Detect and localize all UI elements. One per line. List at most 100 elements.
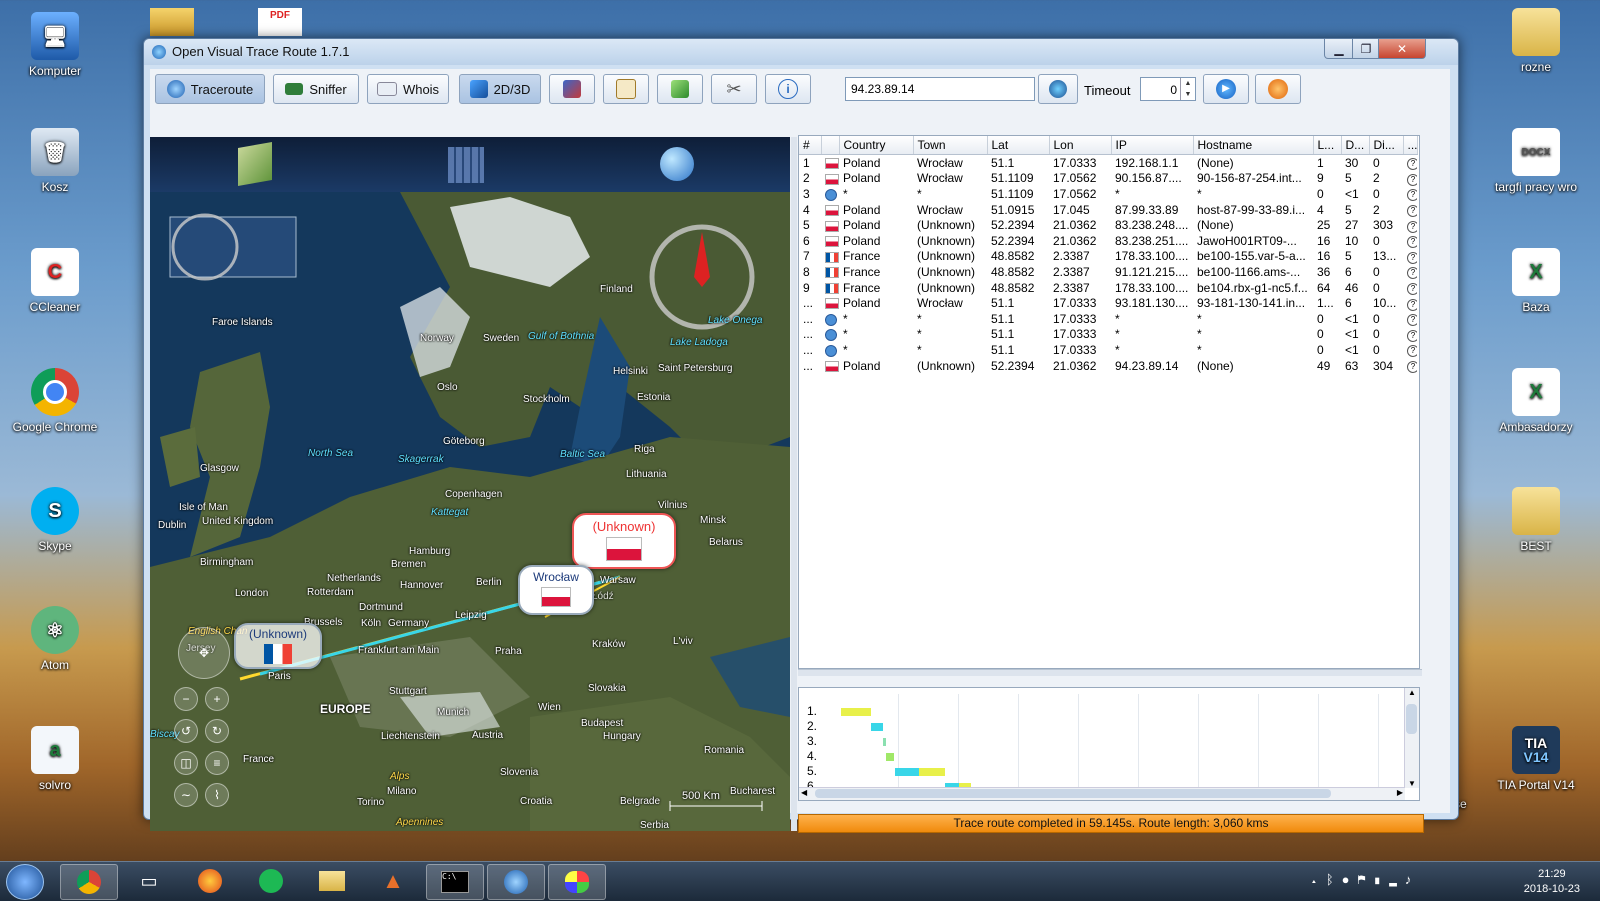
maximize-button[interactable]: ❐ xyxy=(1352,39,1380,59)
table-row[interactable]: 2 Poland Wrocław 51.1109 17.0562 90.156.87...… xyxy=(799,171,1417,187)
taskbar-spotify[interactable] xyxy=(243,864,299,898)
taskbar-paint[interactable] xyxy=(548,864,606,900)
network-icon[interactable]: ● xyxy=(1342,872,1358,887)
desktop-icon-atom[interactable]: ⚛ Atom xyxy=(10,606,100,672)
table-row[interactable]: 1 Poland Wrocław 51.1 17.0333 192.168.1.1 (Non… xyxy=(799,155,1417,171)
desktop-icon-targfi[interactable]: DOCX targfi pracy wro xyxy=(1491,128,1581,194)
help-icon[interactable]: ? xyxy=(1407,298,1417,311)
minimize-button[interactable]: ▁ xyxy=(1324,39,1354,59)
zoom-in-icon[interactable]: + xyxy=(205,687,229,711)
taskbar-firefox[interactable] xyxy=(182,864,238,898)
scroll-right-icon[interactable]: ▶ xyxy=(1397,788,1403,797)
desktop-icon-best[interactable]: BEST xyxy=(1491,487,1581,553)
desktop-icon-komputer[interactable]: 🖥 Komputer xyxy=(10,12,100,78)
ip-address-input[interactable]: 94.23.89.14 xyxy=(845,77,1035,101)
rotate-left-icon[interactable]: ↺ xyxy=(174,719,198,743)
map-export-button[interactable] xyxy=(549,74,595,104)
traceroute-button[interactable]: Traceroute xyxy=(155,74,265,104)
table-row[interactable]: 6 Poland (Unknown) 52.2394 21.0362 83.238.251… xyxy=(799,233,1417,249)
column-header[interactable]: Town xyxy=(913,136,988,155)
scroll-left-icon[interactable]: ◀ xyxy=(801,788,807,797)
stop-trace-button[interactable] xyxy=(1255,74,1301,104)
level-icon[interactable]: ≡ xyxy=(205,751,229,775)
column-header[interactable] xyxy=(821,136,840,155)
pdf-file-icon[interactable]: PDF xyxy=(258,8,302,36)
taskbar-chrome[interactable] xyxy=(60,864,118,900)
rotate-right-icon[interactable]: ↻ xyxy=(205,719,229,743)
taskbar-trace-route[interactable] xyxy=(487,864,545,900)
flag-icon[interactable]: ⚑ xyxy=(1357,872,1373,887)
scroll-thumb[interactable] xyxy=(815,789,1331,798)
vertical-splitter[interactable] xyxy=(791,137,797,831)
settings-button[interactable]: ✂ xyxy=(711,74,757,104)
battery-icon[interactable]: ▮ xyxy=(1373,872,1389,887)
desktop-icon-partial-1[interactable] xyxy=(150,8,194,36)
desktop-icon-solvro[interactable]: a solvro xyxy=(10,726,100,792)
horizontal-splitter[interactable] xyxy=(798,669,1422,676)
volume-icon[interactable]: ♪ xyxy=(1405,872,1420,887)
horizontal-scrollbar[interactable]: ◀ ▶ xyxy=(799,787,1405,800)
latency-timeline-chart[interactable]: 1. 2. 3. 4. 5. 6. ▲ ▼ ◀ ▶ xyxy=(798,687,1420,801)
table-row[interactable]: 3 * * 51.1109 17.0562 * * 0 <1 0? xyxy=(799,186,1417,202)
help-icon[interactable]: ? xyxy=(1407,314,1417,327)
help-icon[interactable]: ? xyxy=(1407,220,1417,233)
help-icon[interactable]: ? xyxy=(1407,189,1417,202)
2d-3d-toggle-button[interactable]: 2D/3D xyxy=(459,74,541,104)
terrain-relief-icon[interactable]: ⌇ xyxy=(205,783,229,807)
table-row[interactable]: ... * * 51.1 17.0333 * * 0 <1 0? xyxy=(799,342,1417,358)
map-marker-unknown-poland[interactable]: (Unknown) xyxy=(572,513,676,569)
desktop-icon-ambasadorzy[interactable]: X Ambasadorzy xyxy=(1491,368,1581,434)
help-icon[interactable]: ? xyxy=(1407,329,1417,342)
map-marker-wroclaw[interactable]: Wrocław xyxy=(518,565,594,615)
desktop-icon-chrome[interactable]: Google Chrome xyxy=(10,368,100,434)
table-row[interactable]: 7 France (Unknown) 48.8582 2.3387 178.33.100.… xyxy=(799,249,1417,265)
column-header[interactable]: IP xyxy=(1111,136,1194,155)
column-header[interactable]: Lat xyxy=(987,136,1050,155)
terrain-flat-icon[interactable]: ∼ xyxy=(174,783,198,807)
desktop-icon-kosz[interactable]: 🗑 Kosz xyxy=(10,128,100,194)
timeout-spinner[interactable]: 0 ▲ ▼ xyxy=(1140,77,1196,101)
grid-icon[interactable] xyxy=(448,147,484,183)
bluetooth-icon[interactable]: ᛒ xyxy=(1326,872,1342,887)
close-button[interactable]: ✕ xyxy=(1378,39,1426,59)
locate-button[interactable] xyxy=(1038,74,1078,104)
help-icon[interactable]: ? xyxy=(1407,283,1417,296)
column-header[interactable]: # xyxy=(799,136,822,155)
globe-view-icon[interactable] xyxy=(660,147,694,181)
map-marker-unknown-france[interactable]: (Unknown) xyxy=(234,623,322,669)
table-row[interactable]: ... * * 51.1 17.0333 * * 0 <1 0? xyxy=(799,311,1417,327)
whois-button[interactable]: Whois xyxy=(367,74,449,104)
column-header[interactable]: Di... xyxy=(1369,136,1404,155)
column-header[interactable]: Lon xyxy=(1049,136,1112,155)
tilt-icon[interactable]: ◫ xyxy=(174,751,198,775)
taskbar-cmd[interactable]: C:\ xyxy=(426,864,484,900)
show-hidden-icons-icon[interactable]: ▴ xyxy=(1310,872,1326,887)
table-row[interactable]: ... Poland Wrocław 51.1 17.0333 93.181.130...… xyxy=(799,295,1417,311)
help-icon[interactable]: ? xyxy=(1407,173,1417,186)
title-bar[interactable]: Open Visual Trace Route 1.7.1 ▁ ❐ ✕ xyxy=(144,39,1458,65)
desktop-icon-baza[interactable]: X Baza xyxy=(1491,248,1581,314)
help-icon[interactable]: ? xyxy=(1407,267,1417,280)
desktop-icon-skype[interactable]: S Skype xyxy=(10,487,100,553)
taskbar-matlab[interactable]: ▲ xyxy=(365,864,421,898)
taskbar-explorer[interactable] xyxy=(304,864,360,898)
table-row[interactable]: 4 Poland Wrocław 51.0915 17.045 87.99.33.89 ho… xyxy=(799,202,1417,218)
layers-icon[interactable] xyxy=(238,142,272,186)
desktop-icon-rozne[interactable]: rozne xyxy=(1491,8,1581,74)
help-icon[interactable]: ? xyxy=(1407,345,1417,358)
vertical-scrollbar[interactable]: ▲ ▼ xyxy=(1404,688,1419,788)
table-row[interactable]: 5 Poland (Unknown) 52.2394 21.0362 83.238.248… xyxy=(799,217,1417,233)
table-row[interactable]: ... * * 51.1 17.0333 * * 0 <1 0? xyxy=(799,327,1417,343)
sniffer-button[interactable]: Sniffer xyxy=(273,74,359,104)
column-header[interactable]: Hostname xyxy=(1193,136,1314,155)
help-icon[interactable]: ? xyxy=(1407,158,1417,171)
taskbar-files[interactable]: ▭ xyxy=(121,864,177,898)
map-view[interactable]: Finland Faroe Islands Norway Sweden Gulf… xyxy=(150,137,790,831)
help-icon[interactable]: ? xyxy=(1407,361,1417,374)
column-header[interactable]: Country xyxy=(839,136,914,155)
spinner-arrows-icon[interactable]: ▲ ▼ xyxy=(1180,78,1195,100)
help-icon[interactable]: ? xyxy=(1407,236,1417,249)
start-button[interactable] xyxy=(6,864,44,900)
scroll-up-icon[interactable]: ▲ xyxy=(1405,688,1419,697)
export-button[interactable] xyxy=(657,74,703,104)
